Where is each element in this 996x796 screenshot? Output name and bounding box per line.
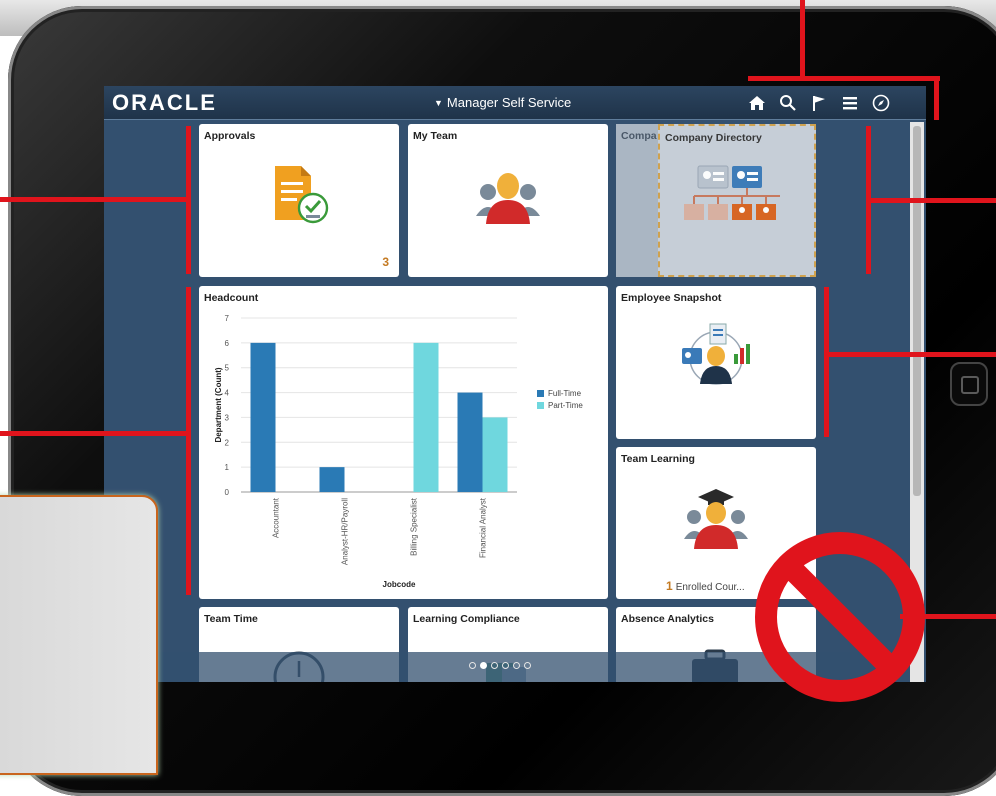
page-dots — [469, 662, 535, 669]
tile-title-ghost: Compa — [621, 130, 657, 142]
tile-approvals[interactable]: Approvals 3 — [199, 124, 399, 277]
y-tick-label: 6 — [225, 339, 230, 348]
bar-full-time — [250, 342, 276, 492]
legend-label: Part-Time — [548, 401, 583, 410]
x-tick-label: Analyst-HR/Payroll — [341, 498, 350, 565]
tile-title: Absence Analytics — [621, 613, 714, 625]
employee-snapshot-icon — [682, 323, 750, 385]
page-dot[interactable] — [469, 662, 476, 669]
tile-title: Learning Compliance — [413, 613, 520, 625]
approvals-count: 3 — [382, 255, 389, 269]
org-chart-icon — [684, 165, 780, 220]
tile-my-team[interactable]: My Team — [408, 124, 608, 277]
annotation-line — [748, 76, 940, 81]
tile-title: Approvals — [204, 130, 256, 142]
tile-headcount[interactable]: Headcount 0 1 2 3 4 5 6 7 Department (Count) Acco… — [199, 286, 608, 599]
tile-employee-snapshot[interactable]: Employee Snapshot — [616, 286, 816, 439]
y-tick-label: 3 — [225, 413, 230, 422]
tile-title: Team Time — [204, 613, 258, 625]
y-axis-label: Department (Count) — [214, 367, 223, 442]
flag-icon[interactable] — [806, 92, 832, 114]
header-actions — [744, 92, 899, 114]
enrolled-courses: 1 Enrolled Cour... — [666, 579, 745, 593]
tile-title: Company Directory — [665, 132, 762, 144]
annotation-line — [868, 198, 996, 203]
y-tick-label: 4 — [225, 389, 230, 398]
page-dot[interactable] — [524, 662, 531, 669]
home-icon[interactable] — [744, 92, 770, 114]
bar-full-time — [319, 467, 345, 492]
legend-swatch — [537, 402, 544, 409]
page-dot[interactable] — [480, 662, 487, 669]
prohibited-icon — [755, 532, 925, 702]
compass-icon[interactable] — [868, 92, 894, 114]
legend-label: Full-Time — [548, 389, 582, 398]
annotation-line — [824, 287, 829, 437]
header-banner: ORACLE ▼ Manager Self Service — [104, 86, 926, 120]
x-tick-label: Financial Analyst — [479, 497, 488, 558]
y-tick-label: 2 — [225, 438, 230, 447]
tile-title: My Team — [413, 130, 458, 142]
search-icon[interactable] — [775, 92, 801, 114]
headcount-chart: 0 1 2 3 4 5 6 7 Department (Count) Accountant Anal… — [214, 314, 583, 589]
scrollbar-thumb[interactable] — [913, 126, 921, 496]
team-people-icon — [476, 173, 540, 224]
page-dot[interactable] — [513, 662, 520, 669]
x-tick-label: Accountant — [272, 497, 281, 538]
annotation-line — [186, 287, 191, 595]
page-dot[interactable] — [491, 662, 498, 669]
annotation-line — [826, 352, 996, 357]
y-tick-label: 0 — [225, 488, 230, 497]
y-tick-label: 7 — [225, 314, 230, 323]
page-dot[interactable] — [502, 662, 509, 669]
menu-icon[interactable] — [837, 92, 863, 114]
enrolled-count: 1 — [666, 579, 673, 593]
enrolled-label: Enrolled Cour... — [675, 582, 745, 593]
annotation-line — [0, 197, 190, 202]
bar-part-time — [413, 342, 439, 492]
annotation-line — [800, 0, 805, 80]
homepage-selector[interactable]: ▼ Manager Self Service — [434, 95, 571, 110]
tile-company-directory[interactable]: Compa Company Directory — [616, 124, 816, 277]
tile-title: Team Learning — [621, 453, 695, 465]
tile-dragging[interactable]: Company Directory — [658, 124, 816, 277]
tile-title: Employee Snapshot — [621, 292, 722, 304]
y-tick-label: 5 — [225, 364, 230, 373]
annotation-line — [0, 431, 190, 436]
callout-box — [0, 495, 158, 775]
caret-down-icon: ▼ — [434, 98, 443, 108]
annotation-line — [934, 76, 939, 120]
legend-swatch — [537, 390, 544, 397]
homepage-title: Manager Self Service — [446, 95, 572, 110]
y-tick-label: 1 — [225, 463, 230, 472]
bar-full-time — [457, 392, 483, 492]
x-axis-label: Jobcode — [383, 580, 416, 589]
graduate-team-icon — [684, 489, 748, 549]
x-tick-label: Billing Specialist — [410, 497, 419, 556]
approvals-document-icon — [275, 166, 329, 224]
bar-part-time — [482, 417, 508, 492]
brand-logo: ORACLE — [112, 90, 217, 115]
tablet-home-button — [950, 362, 988, 406]
